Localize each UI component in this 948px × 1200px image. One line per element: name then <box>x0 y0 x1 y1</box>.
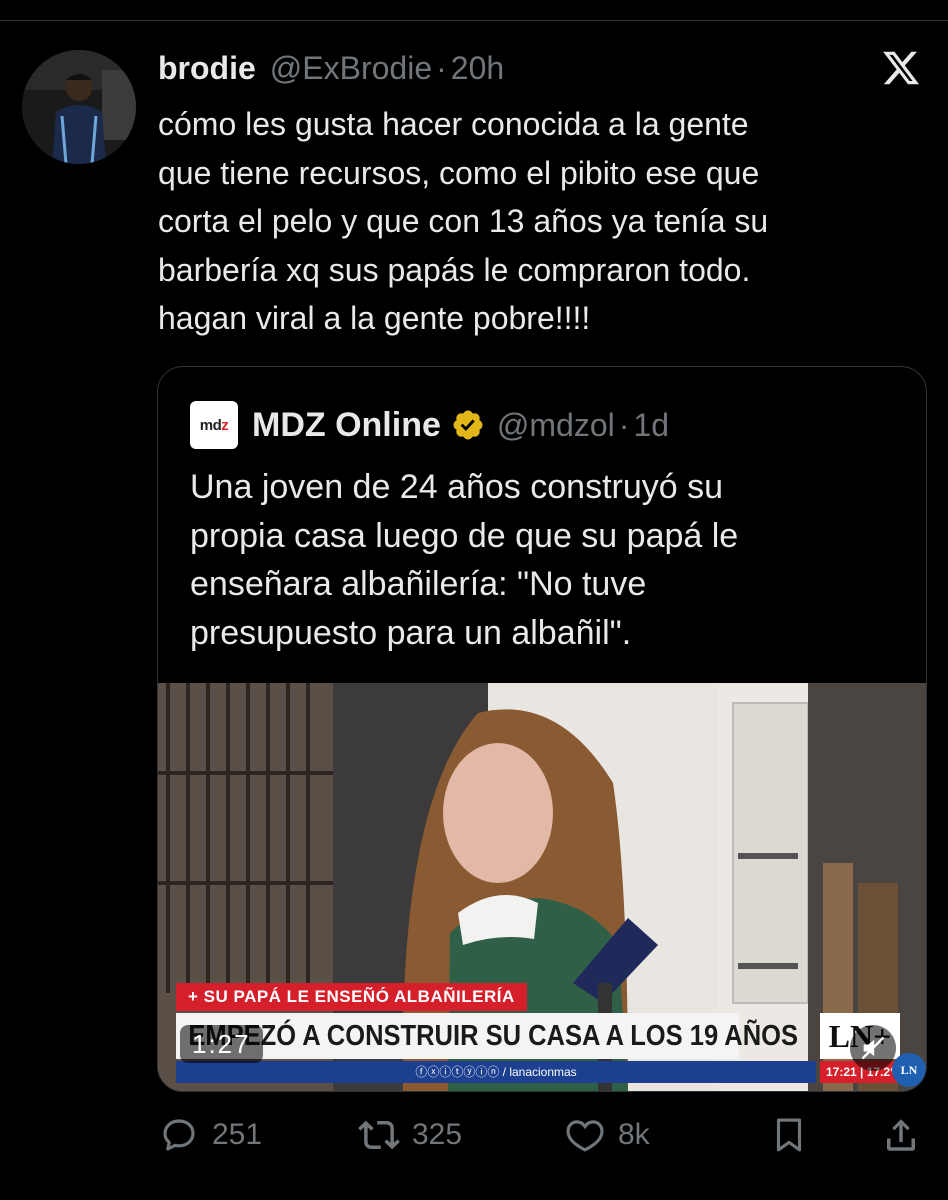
mdz-logo-text: mdz <box>199 416 229 434</box>
quote-header: mdz MDZ Online @mdzol · 1d <box>190 399 669 451</box>
avatar[interactable] <box>22 50 136 164</box>
quoted-tweet[interactable]: mdz MDZ Online @mdzol · 1d Una joven de … <box>157 366 927 1092</box>
tweet-text-line: hagan viral a la gente pobre!!!! <box>158 300 591 336</box>
quote-display-name[interactable]: MDZ Online <box>252 406 441 445</box>
repost-icon <box>358 1120 400 1150</box>
author-display-name[interactable]: brodie <box>158 50 256 87</box>
reply-count: 251 <box>212 1118 263 1151</box>
bookmark-button[interactable] <box>768 1110 810 1160</box>
quote-handle[interactable]: @mdzol <box>497 407 615 444</box>
quote-timestamp[interactable]: 1d <box>633 407 669 444</box>
like-count: 8k <box>618 1118 650 1151</box>
social-handle-strip: ⓕⓧⓘⓣⓨⓘⓝ / lanacionmas <box>176 1061 816 1083</box>
share-icon <box>887 1119 915 1151</box>
quote-separator-dot: · <box>618 406 630 443</box>
share-button[interactable] <box>880 1110 922 1160</box>
repost-button[interactable]: 325 <box>358 1110 462 1160</box>
x-logo-icon <box>883 51 920 85</box>
bookmark-icon <box>776 1118 802 1152</box>
quote-text-line: Una joven de 24 años construyó su <box>190 468 724 506</box>
heart-icon <box>566 1120 604 1152</box>
tweet-timestamp[interactable]: 20h <box>451 50 504 87</box>
tweet-text-line: barbería xq sus papás le compraron todo. <box>158 251 751 288</box>
tweet-text-line: corta el pelo y que con 13 años ya tenía… <box>158 203 769 239</box>
ln-corner-logo: LN <box>892 1053 926 1087</box>
quote-text-line: presupuesto para un albañil". <box>190 613 632 652</box>
author-handle[interactable]: @ExBrodie <box>270 50 432 87</box>
mdz-logo[interactable]: mdz <box>190 401 238 449</box>
quote-text-line: enseñara albañilería: "No tuve <box>190 565 647 603</box>
tweet-text-line: cómo les gusta hacer conocida a la gente <box>158 106 749 142</box>
quote-text: Una joven de 24 años construyó su propia… <box>190 463 890 657</box>
tweet-text: cómo les gusta hacer conocida a la gente… <box>158 100 918 343</box>
reply-icon <box>163 1119 195 1151</box>
separator-dot: · <box>436 50 447 86</box>
reply-button[interactable]: 251 <box>158 1110 262 1160</box>
news-tag: + SU PAPÁ LE ENSEÑÓ ALBAÑILERÍA <box>176 983 527 1011</box>
top-divider <box>0 20 948 21</box>
muted-speaker-icon <box>861 1036 885 1060</box>
mute-button[interactable] <box>850 1025 896 1071</box>
repost-count: 325 <box>412 1118 463 1151</box>
avatar-photo <box>22 50 136 164</box>
like-button[interactable]: 8k <box>564 1110 650 1160</box>
quote-text-line: propia casa luego de que su papá le <box>190 516 739 555</box>
action-bar: 251 325 8k <box>158 1110 928 1160</box>
verified-badge-icon <box>453 410 483 440</box>
video-player[interactable]: + SU PAPÁ LE ENSEÑÓ ALBAÑILERÍA EMPEZÓ A… <box>158 683 926 1091</box>
video-duration: 1:27 <box>180 1025 263 1063</box>
tweet-text-line: que tiene recursos, como el pibito ese q… <box>158 154 760 191</box>
tweet-header: brodie @ExBrodie · 20h <box>158 50 504 90</box>
